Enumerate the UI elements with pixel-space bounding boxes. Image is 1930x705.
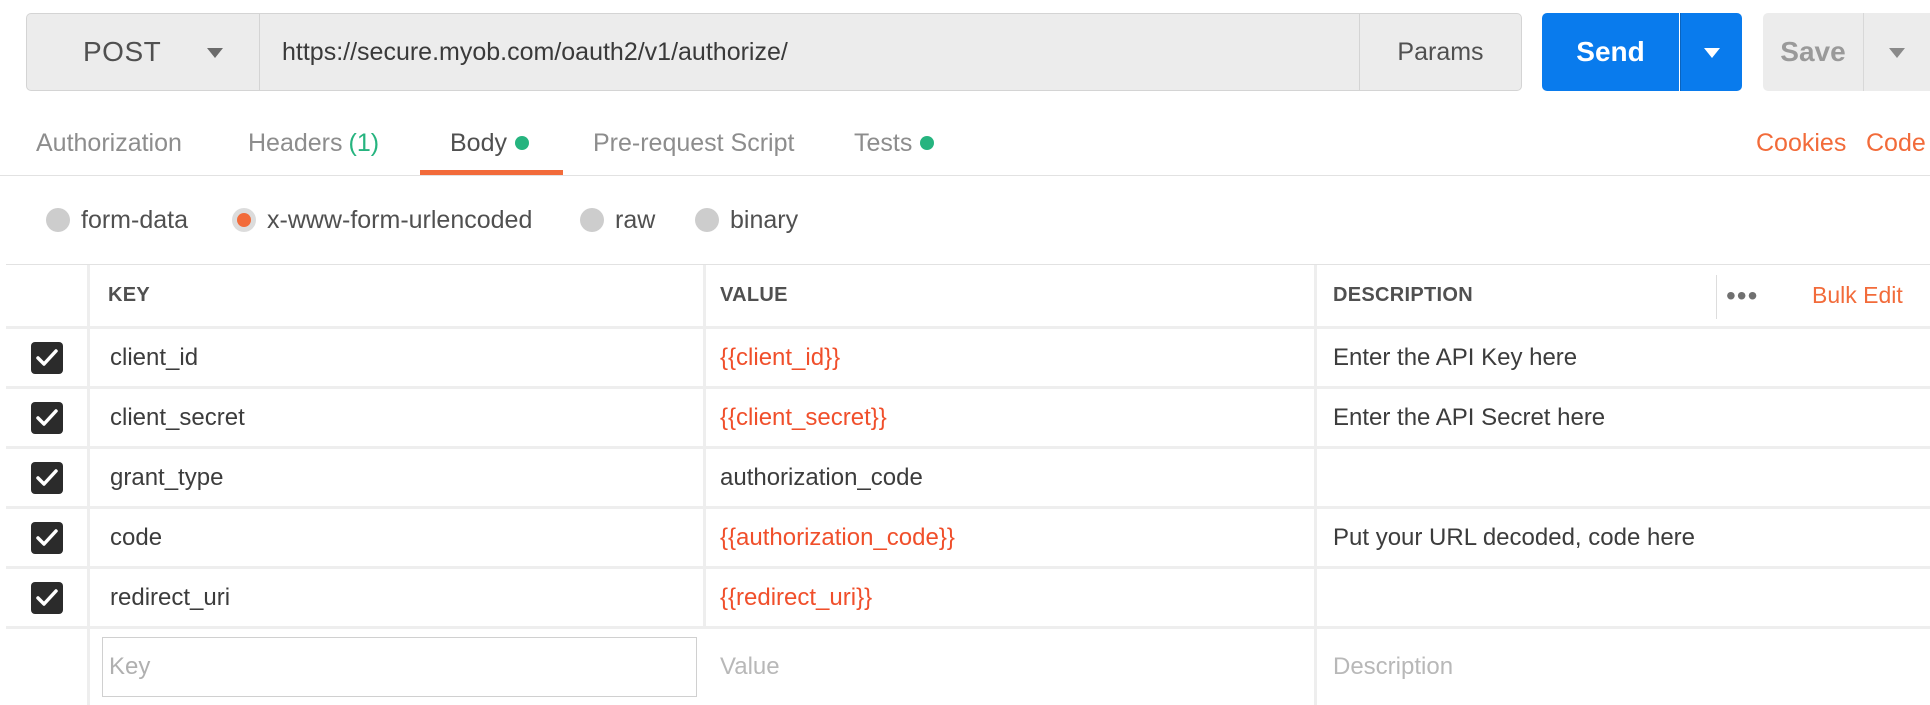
cookies-label: Cookies — [1756, 128, 1847, 157]
params-label: Params — [1397, 37, 1484, 66]
code-link[interactable]: Code — [1866, 110, 1926, 176]
row-key[interactable]: client_secret — [90, 389, 706, 446]
row-description[interactable]: Put your URL decoded, code here — [1317, 509, 1930, 566]
row-value[interactable]: {{client_id}} — [706, 329, 1317, 386]
radio-binary[interactable]: binary — [695, 176, 798, 264]
row-key[interactable]: redirect_uri — [90, 569, 706, 626]
row-checkbox[interactable] — [30, 521, 63, 554]
table-row: client_id {{client_id}} Enter the API Ke… — [6, 329, 1930, 389]
row-check-cell — [6, 569, 90, 626]
row-description[interactable]: Enter the API Secret here — [1317, 389, 1930, 446]
row-key[interactable]: client_id — [90, 329, 706, 386]
row-value[interactable]: {{client_secret}} — [706, 389, 1317, 446]
radio-label: binary — [730, 205, 799, 234]
tests-indicator-dot — [920, 136, 935, 150]
request-tabs: Authorization Headers (1) Body Pre-reque… — [0, 110, 1930, 176]
method-select[interactable]: POST — [26, 13, 259, 91]
check-icon — [35, 588, 58, 606]
save-options-button[interactable] — [1863, 13, 1930, 91]
radio-circle — [46, 208, 70, 232]
row-value[interactable]: authorization_code — [706, 449, 1317, 506]
table-header-row: KEY VALUE DESCRIPTION ••• Bulk Edit — [6, 265, 1930, 329]
table-row: grant_type authorization_code — [6, 449, 1930, 509]
row-checkbox[interactable] — [30, 341, 63, 374]
header-value: VALUE — [706, 265, 1317, 326]
row-check-cell — [6, 449, 90, 506]
params-table: KEY VALUE DESCRIPTION ••• Bulk Edit clie… — [6, 264, 1930, 705]
row-value[interactable]: {{authorization_code}} — [706, 509, 1317, 566]
new-description-input[interactable]: Description — [1317, 629, 1930, 705]
radio-circle — [580, 208, 604, 232]
new-param-row: Key Value Description — [6, 629, 1930, 705]
row-key[interactable]: grant_type — [90, 449, 706, 506]
url-input[interactable]: https://secure.myob.com/oauth2/v1/author… — [259, 13, 1359, 91]
check-icon — [35, 408, 58, 426]
row-key[interactable]: code — [90, 509, 706, 566]
row-value[interactable]: {{redirect_uri}} — [706, 569, 1317, 626]
table-row: code {{authorization_code}} Put your URL… — [6, 509, 1930, 569]
row-description[interactable] — [1317, 569, 1930, 626]
row-check-cell — [6, 389, 90, 446]
headers-count: (1) — [348, 128, 380, 157]
tab-tests[interactable]: Tests — [854, 110, 935, 176]
send-options-button[interactable] — [1680, 13, 1742, 91]
row-check-cell — [6, 629, 90, 705]
radio-label: raw — [615, 205, 656, 234]
tab-authorization[interactable]: Authorization — [36, 110, 182, 176]
radio-label: x-www-form-urlencoded — [267, 205, 533, 234]
radio-raw[interactable]: raw — [580, 176, 655, 264]
radio-circle-selected — [232, 208, 256, 232]
cookies-link[interactable]: Cookies — [1756, 110, 1846, 176]
tab-label: Body — [450, 128, 507, 157]
new-key-input[interactable]: Key — [102, 637, 697, 697]
method-label: POST — [83, 36, 162, 67]
chevron-down-icon — [207, 48, 223, 58]
send-button[interactable]: Send — [1542, 13, 1679, 91]
save-button[interactable]: Save — [1763, 13, 1863, 91]
tab-pre-request-script[interactable]: Pre-request Script — [593, 110, 794, 176]
body-type-selector: form-data x-www-form-urlencoded raw bina… — [0, 176, 1930, 264]
radio-circle — [695, 208, 719, 232]
tab-headers[interactable]: Headers (1) — [248, 110, 379, 176]
url-text: https://secure.myob.com/oauth2/v1/author… — [282, 37, 788, 66]
active-tab-underline — [420, 170, 563, 175]
tab-label: Tests — [854, 128, 913, 157]
body-indicator-dot — [514, 136, 529, 150]
new-value-input[interactable]: Value — [706, 629, 1317, 705]
row-description[interactable] — [1317, 449, 1930, 506]
tab-label: Pre-request Script — [593, 128, 795, 157]
header-check-cell — [6, 265, 90, 326]
radio-label: form-data — [81, 205, 188, 234]
header-divider — [1716, 275, 1717, 319]
table-row: redirect_uri {{redirect_uri}} — [6, 569, 1930, 629]
row-check-cell — [6, 509, 90, 566]
send-label: Send — [1576, 36, 1645, 67]
bulk-edit-link[interactable]: Bulk Edit — [1812, 265, 1903, 326]
radio-form-data[interactable]: form-data — [46, 176, 188, 264]
params-button[interactable]: Params — [1359, 13, 1522, 91]
save-label: Save — [1780, 36, 1846, 67]
new-key-placeholder: Key — [109, 653, 151, 680]
request-bar: POST https://secure.myob.com/oauth2/v1/a… — [0, 0, 1930, 110]
check-icon — [35, 528, 58, 546]
row-checkbox[interactable] — [30, 461, 63, 494]
table-row: client_secret {{client_secret}} Enter th… — [6, 389, 1930, 449]
row-checkbox[interactable] — [30, 401, 63, 434]
check-icon — [35, 468, 58, 486]
tab-label: Authorization — [36, 128, 182, 157]
radio-x-www-form-urlencoded[interactable]: x-www-form-urlencoded — [232, 176, 532, 264]
tab-label: Headers — [248, 128, 343, 157]
header-key: KEY — [90, 265, 706, 326]
chevron-down-icon — [1889, 48, 1905, 58]
code-label: Code — [1866, 128, 1926, 157]
row-check-cell — [6, 329, 90, 386]
tab-body[interactable]: Body — [450, 110, 529, 176]
check-icon — [35, 348, 58, 366]
row-description[interactable]: Enter the API Key here — [1317, 329, 1930, 386]
row-checkbox[interactable] — [30, 581, 63, 614]
more-options-icon[interactable]: ••• — [1726, 265, 1758, 326]
chevron-down-icon — [1704, 48, 1720, 58]
